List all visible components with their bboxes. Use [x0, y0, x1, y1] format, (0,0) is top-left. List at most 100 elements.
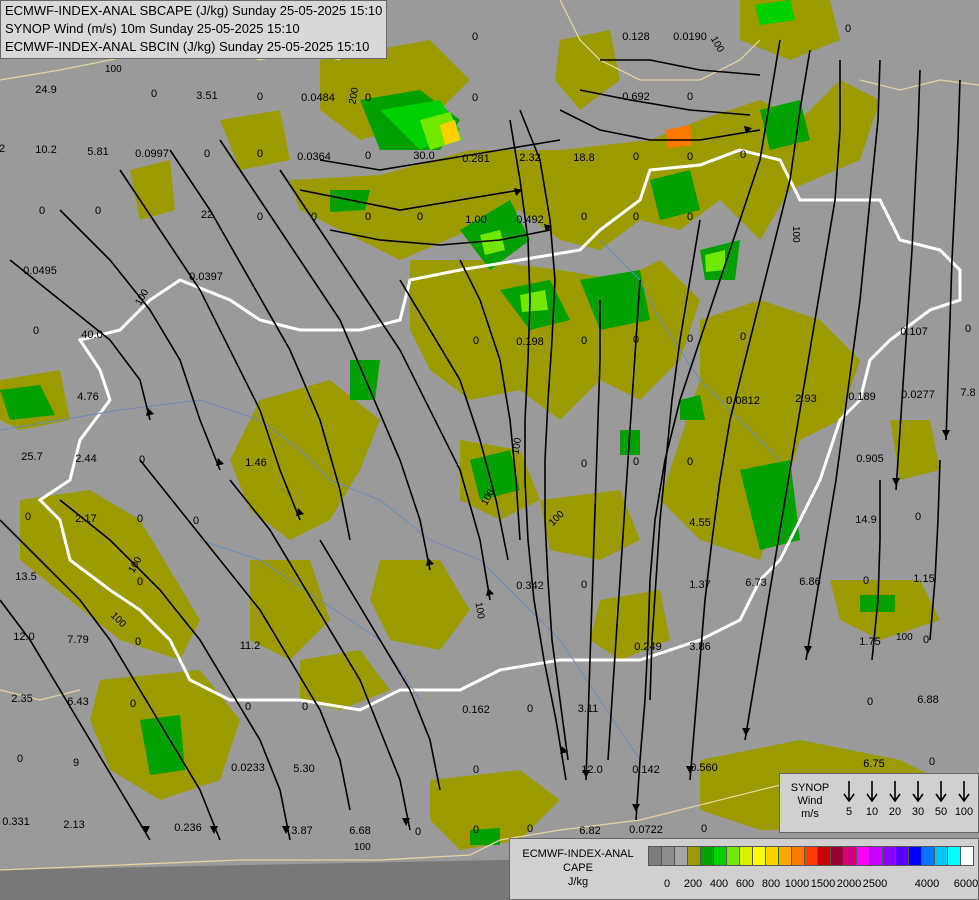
station-value-label: 0	[687, 456, 693, 468]
station-value-label: 13.5	[15, 571, 36, 583]
cape-color-swatch	[687, 846, 701, 866]
cape-color-swatch	[830, 846, 844, 866]
cape-color-legend: ECMWF-INDEX-ANAL CAPE J/kg 0 200 400 600 800…	[509, 838, 979, 900]
station-value-label: 0.0812	[726, 395, 760, 407]
station-value-label: 22	[201, 209, 213, 221]
station-value-label: 9	[73, 757, 79, 769]
wind-arrow-icon	[889, 781, 901, 802]
station-value-label: 0	[687, 211, 693, 223]
station-value-label: 1.46	[245, 457, 266, 469]
contour-label: 100	[354, 842, 371, 853]
station-value-label: 0.198	[516, 336, 544, 348]
station-value-label: 0	[633, 151, 639, 163]
station-value-label: 0	[95, 205, 101, 217]
station-value-label: 6.43	[67, 696, 88, 708]
cape-color-swatch	[869, 846, 883, 866]
station-value-label: 6.73	[745, 577, 766, 589]
cape-legend-label: 2500	[862, 878, 888, 890]
wind-arrow-icon	[935, 781, 947, 802]
cape-color-swatch	[752, 846, 766, 866]
cape-color-swatch	[960, 846, 974, 866]
station-value-label: 0	[365, 92, 371, 104]
station-value-label: 0	[473, 824, 479, 836]
station-value-label: 0	[633, 211, 639, 223]
station-value-label: 30.0	[413, 150, 434, 162]
synop-legend-title: SYNOP Wind m/s	[784, 782, 836, 821]
station-value-label: 3.11	[578, 703, 599, 715]
station-value-label: 0	[257, 148, 263, 160]
cape-legend-label: 2000	[836, 878, 862, 890]
cape-color-swatch	[921, 846, 935, 866]
station-value-label: 0	[915, 511, 921, 523]
station-value-label: 0	[923, 634, 929, 646]
station-value-label: 3.87	[291, 825, 312, 837]
header-line-wind: SYNOP Wind (m/s) 10m Sunday 25-05-2025 1…	[5, 21, 300, 36]
cape-color-swatch	[661, 846, 675, 866]
station-value-label: 2.35	[11, 693, 32, 705]
cape-legend-label: 800	[761, 878, 781, 890]
station-value-label: 0.0997	[135, 148, 169, 160]
cape-color-swatch	[791, 846, 805, 866]
station-value-label: 0	[365, 211, 371, 223]
station-value-label: 0	[415, 826, 421, 838]
map-header: ECMWF-INDEX-ANAL SBCAPE (J/kg) Sunday 25…	[0, 0, 388, 59]
cape-color-swatch	[934, 846, 948, 866]
cape-legend-title-line: ECMWF-INDEX-ANAL	[522, 848, 634, 860]
synop-legend-entry: 50	[930, 780, 952, 828]
station-value-label: 0	[687, 91, 693, 103]
station-value-label: 10.2	[35, 144, 56, 156]
station-value-label: 0	[135, 636, 141, 648]
station-value-label: 2.44	[75, 453, 96, 465]
station-value-label: 0.189	[848, 391, 876, 403]
station-value-label: 2.93	[795, 393, 816, 405]
synop-wind-legend: SYNOP Wind m/s 5 10 20 30 50 100	[779, 773, 979, 833]
station-value-label: 0	[581, 211, 587, 223]
station-value-label: 5.30	[293, 763, 314, 775]
synop-legend-arrows: 5 10 20 30 50 100	[838, 780, 976, 828]
station-value-label: 0.0277	[901, 389, 935, 401]
cape-legend-label: 0	[663, 878, 671, 890]
station-value-label: 24.9	[35, 84, 56, 96]
station-value-label: 0.249	[634, 641, 662, 653]
station-value-label: 0	[130, 698, 136, 710]
station-value-label: 0.905	[856, 453, 884, 465]
station-value-label: 0	[245, 701, 251, 713]
contour-label: 100	[790, 226, 801, 243]
synop-legend-title-line: Wind	[797, 795, 823, 807]
station-value-label: 0	[687, 151, 693, 163]
cape-legend-title-line: J/kg	[567, 876, 589, 888]
synop-legend-entry: 100	[953, 780, 975, 828]
station-value-label: 0	[740, 331, 746, 343]
station-value-label: 0	[17, 753, 23, 765]
station-value-label: 6.82	[579, 825, 600, 837]
synop-legend-value: 5	[845, 806, 853, 818]
station-value-label: 0	[527, 823, 533, 835]
station-value-label: 0.107	[900, 326, 928, 338]
station-value-label: 0	[867, 696, 873, 708]
station-value-label: 0.162	[462, 704, 490, 716]
station-value-label: 0	[193, 515, 199, 527]
station-value-label: 0	[417, 211, 423, 223]
station-value-label: 2.17	[75, 513, 96, 525]
cape-legend-label: 1500	[810, 878, 836, 890]
station-value-label: 3.51	[196, 90, 217, 102]
station-value-label: 2	[0, 143, 5, 155]
station-value-label: 0.492	[516, 214, 544, 226]
cape-color-swatch	[765, 846, 779, 866]
station-value-label: 0	[701, 823, 707, 835]
station-value-label: 0.331	[2, 816, 30, 828]
station-value-label: 0	[472, 92, 478, 104]
station-value-label: 0	[581, 458, 587, 470]
station-value-label: 0	[25, 511, 31, 523]
station-value-label: 0	[139, 454, 145, 466]
synop-legend-entry: 30	[907, 780, 929, 828]
station-value-label: 0	[39, 205, 45, 217]
station-value-label: 0	[845, 23, 851, 35]
synop-legend-entry: 5	[838, 780, 860, 828]
contour-label: 100	[105, 64, 122, 75]
cape-color-swatch	[674, 846, 688, 866]
wind-arrow-icon	[843, 781, 855, 802]
station-value-label: 1.00	[465, 214, 486, 226]
station-value-label: 1.15	[913, 573, 934, 585]
station-value-label: 0	[740, 149, 746, 161]
